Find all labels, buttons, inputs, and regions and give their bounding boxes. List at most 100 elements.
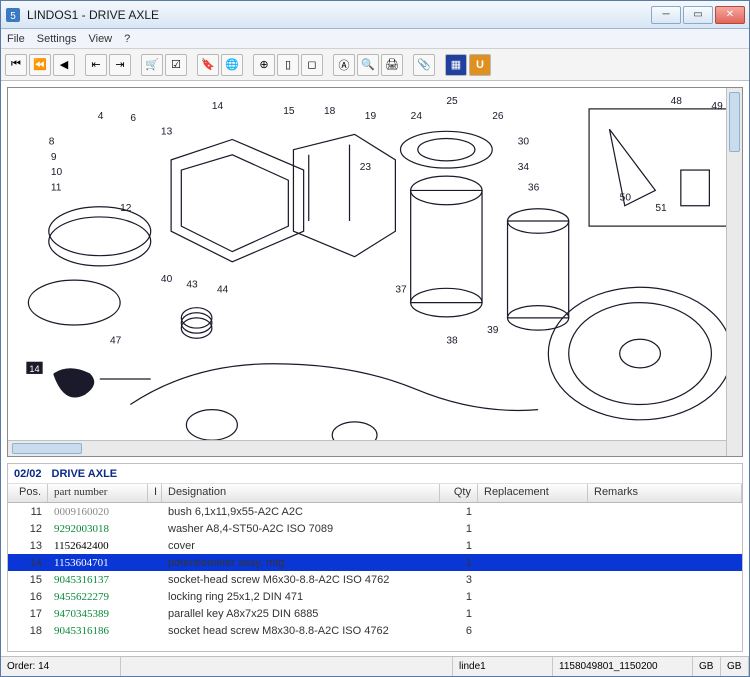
cell-pos: 17 [8,608,48,620]
menu-view[interactable]: View [88,33,112,45]
svg-text:13: 13 [161,126,173,137]
table-row[interactable]: 110009160020bush 6,1x11,9x55-A2C A2C1 [8,503,742,520]
col-i[interactable]: I [148,484,162,502]
svg-text:39: 39 [487,325,499,336]
diagram-scroll-v[interactable] [726,88,742,456]
svg-text:14: 14 [29,364,39,374]
scroll-thumb-v[interactable] [729,92,740,152]
minimize-button[interactable]: ─ [651,6,681,24]
cell-designation: potentiometer assy. mtg [162,557,440,569]
cell-designation: socket-head screw M6x30-8.8-A2C ISO 4762 [162,574,440,586]
menubar: File Settings View ? [1,29,749,49]
titlebar[interactable]: 5 LINDOS1 - DRIVE AXLE ─ ▭ ✕ [1,1,749,29]
table-row[interactable]: 179470345389parallel key A8x7x25 DIN 688… [8,605,742,622]
scroll-thumb-h[interactable] [12,443,82,454]
assembly-name: DRIVE AXLE [52,468,118,480]
u-button[interactable]: U [469,54,491,76]
cell-qty: 1 [440,608,478,620]
globe-button[interactable]: 🌐 [221,54,243,76]
cell-qty: 1 [440,591,478,603]
svg-text:23: 23 [360,162,372,173]
svg-text:34: 34 [518,162,530,173]
rewind-button[interactable]: ⏪ [29,54,51,76]
cell-partnumber: 9292003018 [48,523,148,535]
col-replacement[interactable]: Replacement [478,484,588,502]
svg-text:6: 6 [130,113,136,124]
svg-text:43: 43 [186,279,198,290]
page-indicator: 02/02 [14,468,42,480]
cell-partnumber: 1153604701 [48,557,148,569]
cell-partnumber: 9470345389 [48,608,148,620]
parts-table[interactable]: 110009160020bush 6,1x11,9x55-A2C A2C1129… [8,503,742,651]
parts-diagram: 4689101112131415181923242526303436373839… [8,88,742,456]
annotate-button[interactable]: Ⓐ [333,54,355,76]
status-order: Order: 14 [1,657,121,676]
cell-pos: 18 [8,625,48,637]
menu-help[interactable]: ? [124,33,130,45]
menu-settings[interactable]: Settings [37,33,77,45]
flag-button[interactable]: ▦ [445,54,467,76]
cell-qty: 1 [440,506,478,518]
col-qty[interactable]: Qty [440,484,478,502]
first-button[interactable]: ⏮ [5,54,27,76]
attach-button[interactable]: 📎 [413,54,435,76]
table-row[interactable]: 129292003018washer A8,4-ST50-A2C ISO 708… [8,520,742,537]
cell-designation: socket head screw M8x30-8.8-A2C ISO 4762 [162,625,440,637]
svg-text:50: 50 [620,193,632,204]
cell-pos: 12 [8,523,48,535]
cell-designation: bush 6,1x11,9x55-A2C A2C [162,506,440,518]
svg-text:5: 5 [10,11,16,22]
statusbar: Order: 14 linde1 1158049801_1150200 GB G… [1,656,749,676]
checklist-button[interactable]: ☑ [165,54,187,76]
print-button[interactable]: 🖨 [381,54,403,76]
svg-text:36: 36 [528,182,540,193]
svg-text:9: 9 [51,152,57,163]
svg-text:25: 25 [446,96,458,107]
svg-text:47: 47 [110,335,122,346]
diagram-pane[interactable]: 4689101112131415181923242526303436373839… [7,87,743,457]
col-designation[interactable]: Designation [162,484,440,502]
fit-button[interactable]: ◻ [301,54,323,76]
cell-qty: 3 [440,574,478,586]
col-partnumber[interactable]: part number [48,484,148,502]
close-button[interactable]: ✕ [715,6,745,24]
table-row[interactable]: 189045316186socket head screw M8x30-8.8-… [8,622,742,639]
prev-button[interactable]: ◀ [53,54,75,76]
zoom-button[interactable]: 🔍 [357,54,379,76]
col-pos[interactable]: Pos. [8,484,48,502]
col-remarks[interactable]: Remarks [588,484,742,502]
cart-button[interactable]: 🛒 [141,54,163,76]
page-button[interactable]: ▯ [277,54,299,76]
cell-pos: 13 [8,540,48,552]
app-icon: 5 [5,7,21,23]
svg-text:24: 24 [411,111,423,122]
window-title: LINDOS1 - DRIVE AXLE [27,8,651,22]
status-doc: 1158049801_1150200 [553,657,693,676]
diagram-scroll-h[interactable] [8,440,726,456]
tag-button[interactable]: 🔖 [197,54,219,76]
cell-designation: locking ring 25x1,2 DIN 471 [162,591,440,603]
export-button[interactable]: ⇤ [85,54,107,76]
svg-text:14: 14 [212,101,224,112]
table-row[interactable]: 141153604701potentiometer assy. mtg1 [8,554,742,571]
toolbar: ⏮ ⏪ ◀ ⇤ ⇥ 🛒 ☑ 🔖 🌐 ⊕ ▯ ◻ Ⓐ 🔍 🖨 📎 ▦ U [1,49,749,81]
maximize-button[interactable]: ▭ [683,6,713,24]
window-buttons: ─ ▭ ✕ [651,6,745,24]
table-row[interactable]: 131152642400cover1 [8,537,742,554]
status-loc2: GB [721,657,749,676]
cell-partnumber: 1152642400 [48,540,148,552]
cell-pos: 14 [8,557,48,569]
svg-text:37: 37 [395,284,407,295]
zoom-in-button[interactable]: ⊕ [253,54,275,76]
table-row[interactable]: 169455622279locking ring 25x1,2 DIN 4711 [8,588,742,605]
column-header[interactable]: Pos. part number I Designation Qty Repla… [8,484,742,503]
table-row[interactable]: 159045316137socket-head screw M6x30-8.8-… [8,571,742,588]
import-button[interactable]: ⇥ [109,54,131,76]
menu-file[interactable]: File [7,33,25,45]
cell-partnumber: 9455622279 [48,591,148,603]
svg-text:8: 8 [49,137,55,148]
svg-text:40: 40 [161,274,173,285]
cell-partnumber: 9045316137 [48,574,148,586]
list-header: 02/02 DRIVE AXLE [8,464,742,484]
svg-text:15: 15 [283,106,295,117]
